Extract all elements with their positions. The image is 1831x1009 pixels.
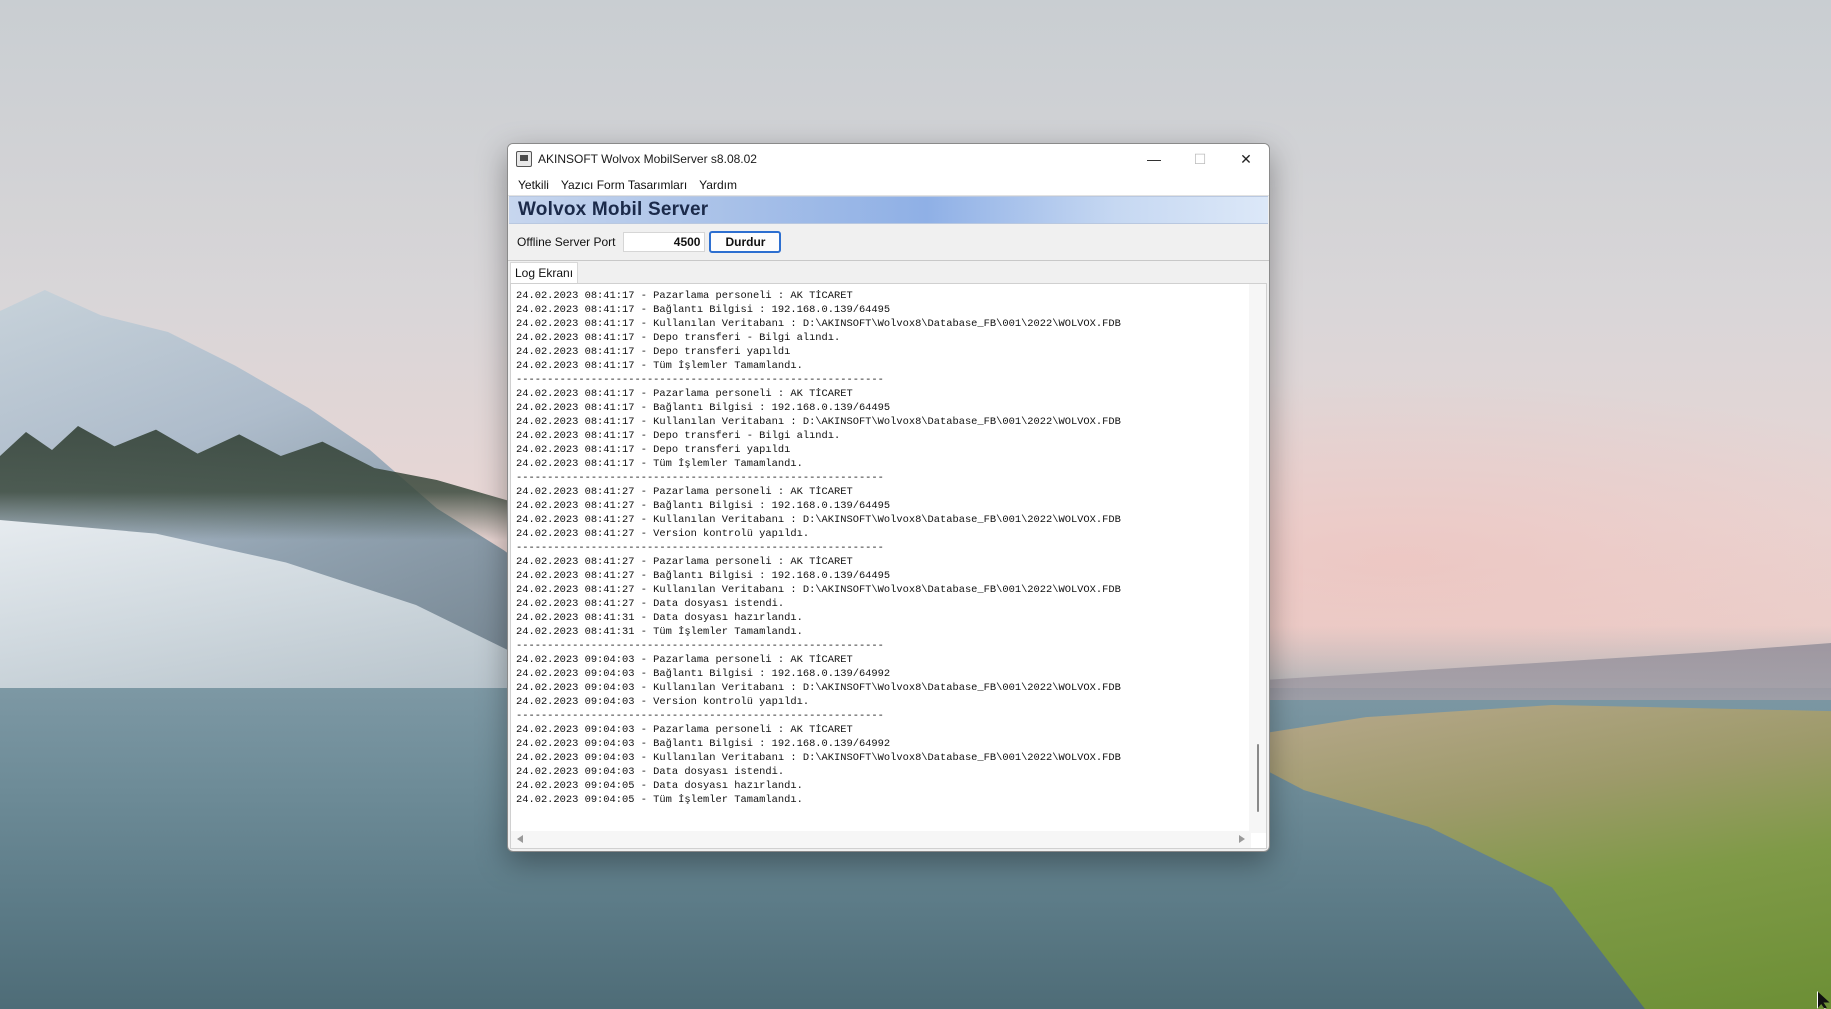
- log-line: 24.02.2023 08:41:17 - Kullanılan Veritab…: [516, 416, 1121, 428]
- close-icon: ✕: [1240, 150, 1252, 167]
- app-window[interactable]: AKINSOFT Wolvox MobilServer s8.08.02 — ☐…: [507, 143, 1270, 852]
- log-line: 24.02.2023 08:41:17 - Bağlantı Bilgisi :…: [516, 304, 891, 316]
- log-line: 24.02.2023 08:41:17 - Pazarlama personel…: [516, 388, 853, 400]
- log-line: 24.02.2023 09:04:03 - Version kontrolü y…: [516, 696, 810, 708]
- log-line: 24.02.2023 08:41:27 - Pazarlama personel…: [516, 486, 853, 498]
- minimize-button[interactable]: —: [1131, 144, 1177, 174]
- log-line: 24.02.2023 08:41:17 - Depo transferi yap…: [516, 346, 791, 358]
- log-line: ----------------------------------------…: [516, 374, 884, 386]
- log-line: 24.02.2023 08:41:17 - Depo transferi - B…: [516, 430, 841, 442]
- menu-bar: Yetkili Yazıcı Form Tasarımları Yardım: [508, 174, 1269, 196]
- log-line: 24.02.2023 08:41:27 - Pazarlama personel…: [516, 556, 853, 568]
- log-line: 24.02.2023 08:41:17 - Kullanılan Veritab…: [516, 318, 1121, 330]
- log-line: 24.02.2023 09:04:03 - Pazarlama personel…: [516, 654, 853, 666]
- log-line: 24.02.2023 09:04:03 - Kullanılan Veritab…: [516, 752, 1121, 764]
- log-line: 24.02.2023 08:41:17 - Tüm İşlemler Tamam…: [516, 458, 803, 470]
- window-title: AKINSOFT Wolvox MobilServer s8.08.02: [538, 152, 757, 166]
- title-bar[interactable]: AKINSOFT Wolvox MobilServer s8.08.02 — ☐…: [508, 144, 1269, 174]
- vertical-scrollbar[interactable]: [1249, 284, 1266, 833]
- port-label: Offline Server Port: [517, 235, 616, 249]
- log-line: 24.02.2023 08:41:17 - Pazarlama personel…: [516, 290, 853, 302]
- menu-yardim[interactable]: Yardım: [693, 176, 743, 194]
- log-line: 24.02.2023 08:41:27 - Kullanılan Veritab…: [516, 514, 1121, 526]
- port-panel: Offline Server Port 4500 Durdur: [508, 224, 1269, 261]
- header-banner: Wolvox Mobil Server: [509, 196, 1268, 224]
- log-line: 24.02.2023 08:41:17 - Bağlantı Bilgisi :…: [516, 402, 891, 414]
- tab-log-ekrani[interactable]: Log Ekranı: [510, 262, 579, 283]
- log-line: ----------------------------------------…: [516, 710, 884, 722]
- minimize-icon: —: [1147, 151, 1161, 167]
- stop-button[interactable]: Durdur: [709, 231, 782, 253]
- vertical-scroll-thumb[interactable]: [1257, 744, 1259, 812]
- log-line: 24.02.2023 09:04:05 - Tüm İşlemler Tamam…: [516, 794, 803, 806]
- app-icon: [516, 151, 532, 167]
- log-line: 24.02.2023 09:04:03 - Bağlantı Bilgisi :…: [516, 668, 891, 680]
- log-line: 24.02.2023 09:04:03 - Data dosyası isten…: [516, 766, 785, 778]
- scroll-right-icon[interactable]: [1239, 835, 1245, 843]
- log-line: 24.02.2023 08:41:27 - Data dosyası isten…: [516, 598, 785, 610]
- log-line: ----------------------------------------…: [516, 640, 884, 652]
- log-line: 24.02.2023 09:04:03 - Pazarlama personel…: [516, 724, 853, 736]
- menu-yetkili[interactable]: Yetkili: [512, 176, 555, 194]
- log-line: ----------------------------------------…: [516, 472, 884, 484]
- maximize-button[interactable]: ☐: [1177, 144, 1223, 174]
- log-line: 24.02.2023 08:41:31 - Tüm İşlemler Tamam…: [516, 626, 803, 638]
- horizontal-scrollbar[interactable]: [511, 831, 1251, 848]
- log-text: 24.02.2023 08:41:17 - Pazarlama personel…: [516, 289, 1246, 824]
- maximize-icon: ☐: [1193, 150, 1207, 167]
- log-line: 24.02.2023 08:41:27 - Version kontrolü y…: [516, 528, 810, 540]
- banner-title: Wolvox Mobil Server: [518, 199, 709, 220]
- log-line: ----------------------------------------…: [516, 542, 884, 554]
- log-line: 24.02.2023 08:41:17 - Tüm İşlemler Tamam…: [516, 360, 803, 372]
- log-line: 24.02.2023 08:41:17 - Depo transferi yap…: [516, 444, 791, 456]
- port-input[interactable]: 4500: [623, 232, 706, 252]
- tab-strip: Log Ekranı: [508, 261, 1269, 283]
- close-button[interactable]: ✕: [1223, 144, 1269, 174]
- log-line: 24.02.2023 09:04:03 - Bağlantı Bilgisi :…: [516, 738, 891, 750]
- scroll-left-icon[interactable]: [517, 835, 523, 843]
- log-line: 24.02.2023 09:04:05 - Data dosyası hazır…: [516, 780, 803, 792]
- log-line: 24.02.2023 09:04:03 - Kullanılan Veritab…: [516, 682, 1121, 694]
- log-panel[interactable]: 24.02.2023 08:41:17 - Pazarlama personel…: [510, 283, 1267, 849]
- log-line: 24.02.2023 08:41:17 - Depo transferi - B…: [516, 332, 841, 344]
- log-line: 24.02.2023 08:41:27 - Bağlantı Bilgisi :…: [516, 570, 891, 582]
- desktop-hills: [1231, 643, 1831, 700]
- log-line: 24.02.2023 08:41:27 - Kullanılan Veritab…: [516, 584, 1121, 596]
- log-line: 24.02.2023 08:41:31 - Data dosyası hazır…: [516, 612, 803, 624]
- menu-yazici-form-tasarimlari[interactable]: Yazıcı Form Tasarımları: [555, 176, 693, 194]
- log-line: 24.02.2023 08:41:27 - Bağlantı Bilgisi :…: [516, 500, 891, 512]
